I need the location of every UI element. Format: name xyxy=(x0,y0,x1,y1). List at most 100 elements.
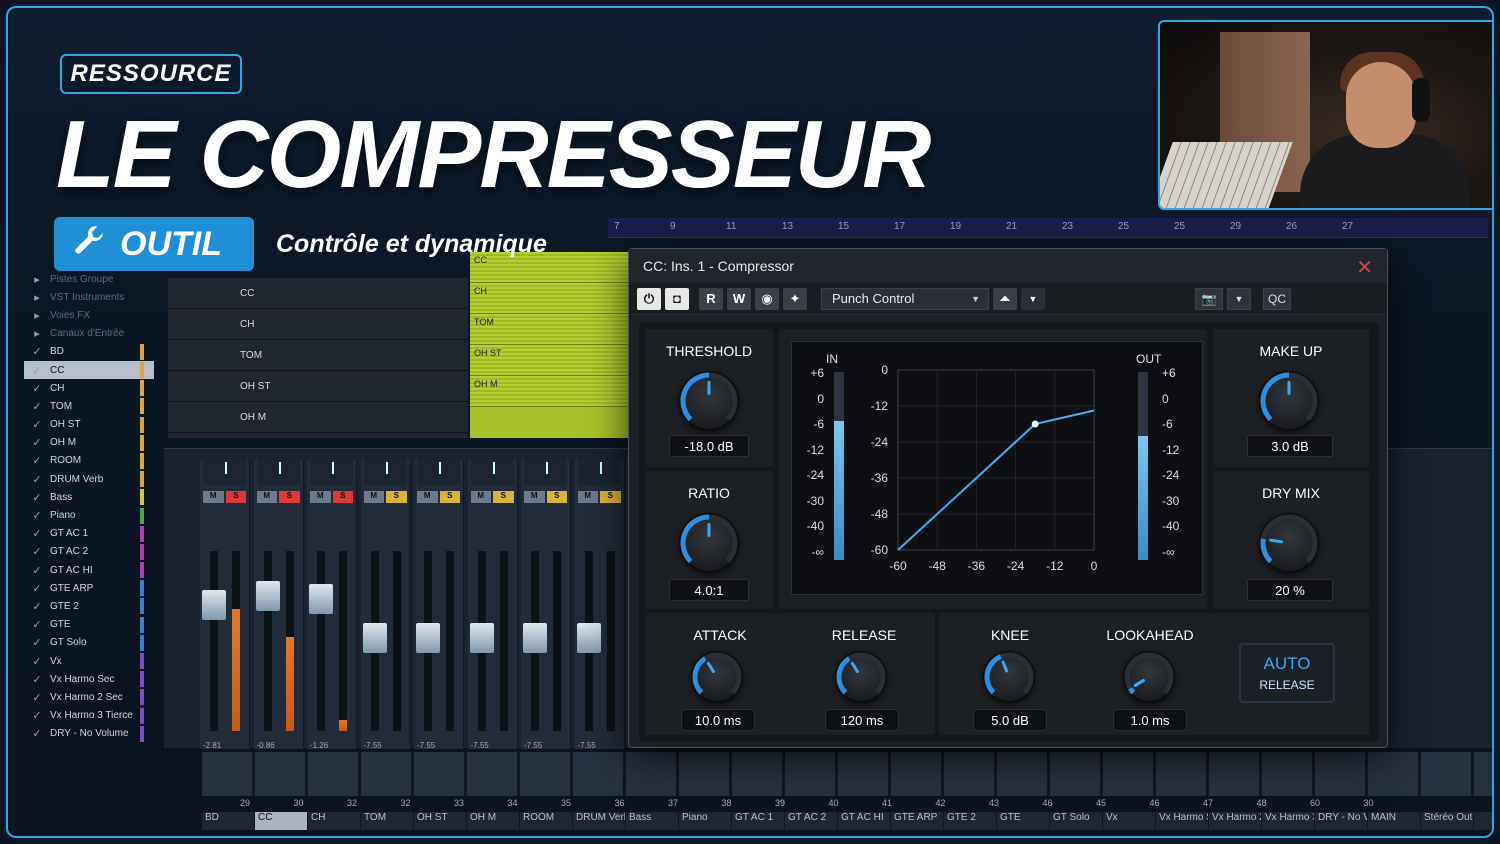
track-list-item[interactable]: ✓ DRUM Verb xyxy=(24,470,154,488)
check-icon[interactable]: ✓ xyxy=(24,636,50,649)
mute-button[interactable]: M xyxy=(470,491,491,503)
track-list-item[interactable]: ▸ Canaux d'Entrée xyxy=(24,325,154,343)
solo-button[interactable]: S xyxy=(279,491,300,503)
pan-knob[interactable] xyxy=(577,459,621,485)
attack-knob[interactable] xyxy=(691,651,743,703)
check-icon[interactable]: ✓ xyxy=(24,473,50,486)
timeline-ruler[interactable]: 7 9 11 13 15 17 19 21 23 25 25 29 26 27 xyxy=(608,218,1488,238)
fader-handle[interactable] xyxy=(523,623,547,653)
channel-name[interactable]: Vx Harmo 3 Tierce xyxy=(1262,812,1315,830)
channel-fader-track[interactable] xyxy=(317,551,325,731)
check-icon[interactable]: ✓ xyxy=(24,564,50,577)
check-icon[interactable]: ✓ xyxy=(24,364,50,377)
check-icon[interactable]: ✓ xyxy=(24,345,50,358)
check-icon[interactable]: ✓ xyxy=(24,418,50,431)
channel-name[interactable]: DRUM Verb xyxy=(573,812,626,830)
track-list-item[interactable]: ✓ Bass xyxy=(24,488,154,506)
folder-arrow-icon[interactable]: ▸ xyxy=(24,327,50,340)
track-list-item[interactable]: ✓ BD xyxy=(24,343,154,361)
channel-name[interactable]: Vx xyxy=(1103,812,1156,830)
check-icon[interactable]: ✓ xyxy=(24,545,50,558)
track-list-item[interactable]: ✓ GT AC 2 xyxy=(24,543,154,561)
check-icon[interactable]: ✓ xyxy=(24,655,50,668)
pan-knob[interactable] xyxy=(470,459,514,485)
channel-name[interactable]: GT AC 2 xyxy=(785,812,838,830)
folder-arrow-icon[interactable]: ▸ xyxy=(24,291,50,304)
fader-handle[interactable] xyxy=(202,590,226,620)
track-list-item[interactable]: ▸ VST Instruments xyxy=(24,288,154,306)
solo-button[interactable]: S xyxy=(439,491,460,503)
check-icon[interactable]: ✓ xyxy=(24,727,50,740)
check-icon[interactable]: ✓ xyxy=(24,436,50,449)
channel-name[interactable]: BD xyxy=(202,812,255,830)
track-list-item[interactable]: ✓ Vx Harmo 3 Tierce xyxy=(24,707,154,725)
channel-name[interactable]: DRY - No Volume xyxy=(1315,812,1368,830)
folder-arrow-icon[interactable]: ▸ xyxy=(24,273,50,286)
lookahead-knob[interactable] xyxy=(1123,651,1175,703)
audio-clip[interactable]: OH M xyxy=(470,376,632,407)
pin-button[interactable]: ✦ xyxy=(783,287,807,310)
mute-button[interactable]: M xyxy=(577,491,598,503)
solo-button[interactable]: S xyxy=(332,491,353,503)
makeup-value[interactable]: 3.0 dB xyxy=(1247,435,1333,457)
pan-knob[interactable] xyxy=(256,459,300,485)
plugin-title-bar[interactable]: CC: Ins. 1 - Compressor ✕ xyxy=(629,249,1387,283)
check-icon[interactable]: ✓ xyxy=(24,400,50,413)
track-list-item[interactable]: ✓ Vx Harmo Sec xyxy=(24,670,154,688)
track-lane[interactable]: CC xyxy=(168,278,468,309)
pan-knob[interactable] xyxy=(203,459,246,485)
track-list-item[interactable]: ✓ GTE ARP xyxy=(24,579,154,597)
sidechain-button[interactable]: ◉ xyxy=(755,287,779,310)
attack-value[interactable]: 10.0 ms xyxy=(681,709,755,731)
channel-name[interactable]: MAIN xyxy=(1368,812,1421,830)
check-icon[interactable]: ✓ xyxy=(24,527,50,540)
channel-name[interactable]: GT AC 1 xyxy=(732,812,785,830)
threshold-value[interactable]: -18.0 dB xyxy=(669,435,749,457)
track-list-item[interactable]: ✓ CH xyxy=(24,379,154,397)
preset-menu-button[interactable]: ▼ xyxy=(1021,287,1045,310)
auto-release-button[interactable]: AUTO RELEASE xyxy=(1239,643,1335,703)
channel-name[interactable]: Vx Harmo 2 Sec xyxy=(1209,812,1262,830)
mute-button[interactable]: M xyxy=(363,491,384,503)
knee-knob[interactable] xyxy=(983,651,1035,703)
track-list-item[interactable]: ✓ OH M xyxy=(24,434,154,452)
track-list-item[interactable]: ✓ ROOM xyxy=(24,452,154,470)
check-icon[interactable]: ✓ xyxy=(24,491,50,504)
solo-button[interactable]: S xyxy=(225,491,246,503)
check-icon[interactable]: ✓ xyxy=(24,509,50,522)
channel-fader-track[interactable] xyxy=(210,551,218,731)
pan-knob[interactable] xyxy=(363,459,407,485)
compressor-plugin-window[interactable]: CC: Ins. 1 - Compressor ✕ ⏻ ◘ R W ◉ ✦ Pu… xyxy=(628,248,1388,748)
channel-name[interactable]: OH ST xyxy=(414,812,467,830)
track-list-item[interactable]: ✓ TOM xyxy=(24,397,154,415)
track-list-item[interactable]: ✓ OH ST xyxy=(24,416,154,434)
drymix-knob[interactable] xyxy=(1259,513,1319,573)
threshold-knob[interactable] xyxy=(679,371,739,431)
mute-button[interactable]: M xyxy=(310,491,331,503)
channel-name[interactable]: GTE xyxy=(997,812,1050,830)
folder-arrow-icon[interactable]: ▸ xyxy=(24,309,50,322)
track-list-item[interactable]: ✓ GT Solo xyxy=(24,634,154,652)
fader-handle[interactable] xyxy=(416,623,440,653)
channel-name[interactable]: Piano xyxy=(679,812,732,830)
track-lane[interactable]: OH M xyxy=(168,402,468,433)
audio-clip[interactable]: TOM xyxy=(470,314,632,345)
check-icon[interactable]: ✓ xyxy=(24,582,50,595)
pan-knob[interactable] xyxy=(310,459,353,485)
channel-name[interactable]: GTE ARP xyxy=(891,812,944,830)
transfer-curve-chart[interactable]: 0 -12 -24 -36 -48 -60-60 -48 -36 -24 -12 0 xyxy=(792,342,1204,596)
track-list-item[interactable]: ✓ GTE xyxy=(24,616,154,634)
snapshot-button[interactable]: 📷 xyxy=(1195,288,1223,310)
solo-button[interactable]: S xyxy=(600,491,621,503)
channel-name[interactable]: ROOM xyxy=(520,812,573,830)
track-lane[interactable]: CH xyxy=(168,309,468,340)
pan-knob[interactable] xyxy=(524,459,567,485)
mute-button[interactable]: M xyxy=(524,491,545,503)
channel-name[interactable]: Stéréo Out xyxy=(1421,812,1474,830)
knee-value[interactable]: 5.0 dB xyxy=(973,709,1047,731)
check-icon[interactable]: ✓ xyxy=(24,382,50,395)
pan-knob[interactable] xyxy=(417,459,460,485)
check-icon[interactable]: ✓ xyxy=(24,673,50,686)
track-list-item[interactable]: ▸ Voies FX xyxy=(24,306,154,324)
check-icon[interactable]: ✓ xyxy=(24,600,50,613)
